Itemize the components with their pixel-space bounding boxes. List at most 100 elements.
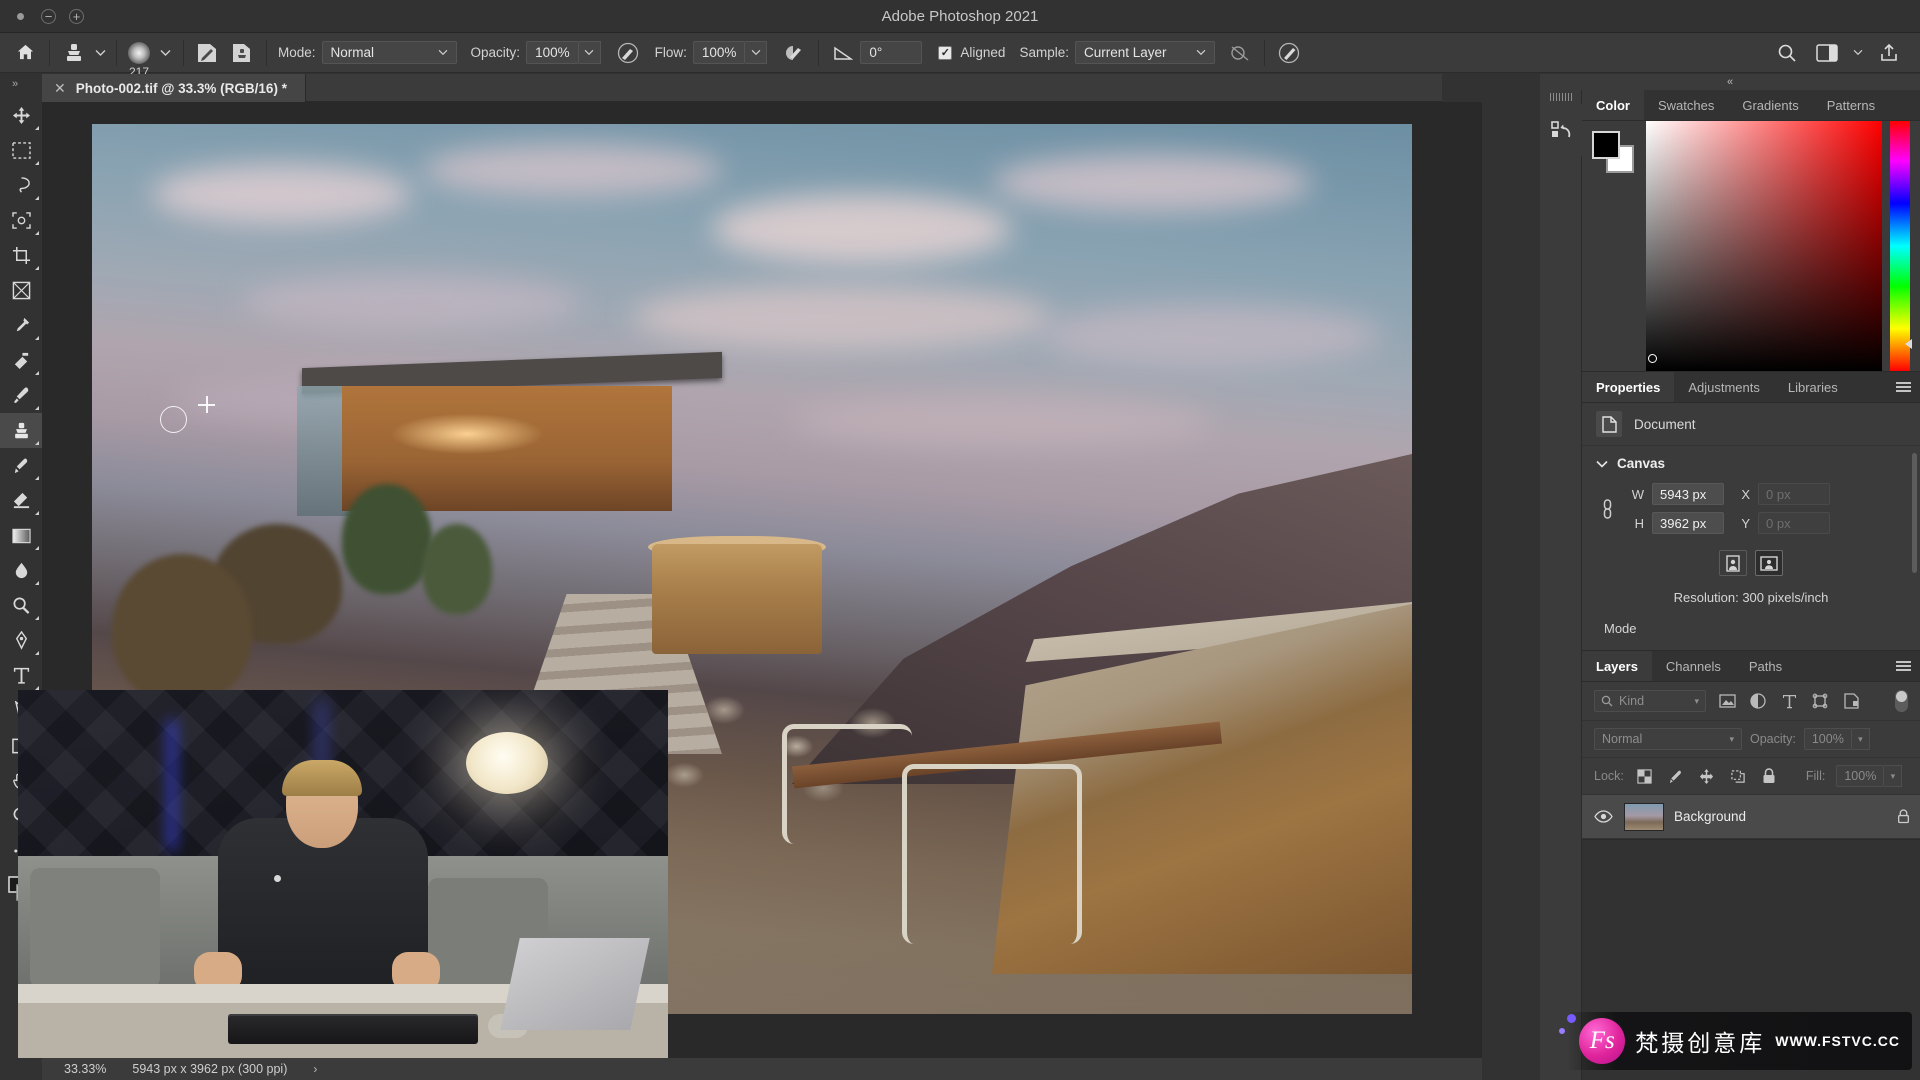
tool-dodge[interactable] [0,588,42,623]
minimize-button[interactable]: − [41,8,56,24]
foreground-color-swatch[interactable] [1592,131,1620,159]
tab-patterns[interactable]: Patterns [1813,90,1889,120]
layer-name[interactable]: Background [1674,809,1746,824]
tool-object-selection[interactable] [0,203,42,238]
portrait-orientation-icon[interactable] [1719,550,1747,576]
color-picker-field[interactable] [1646,121,1882,371]
tool-clone-stamp[interactable] [0,413,42,448]
tool-spot-healing-brush[interactable] [0,343,42,378]
maximize-button[interactable]: + [69,8,84,24]
flow-value[interactable]: 100% [692,41,746,64]
tool-eyedropper[interactable] [0,308,42,343]
table-row[interactable]: Background [1582,795,1920,839]
tool-pen[interactable] [0,623,42,658]
chevron-down-icon[interactable]: ▾ [1884,765,1903,787]
properties-scrollbar[interactable] [1912,453,1917,573]
color-field-marker[interactable] [1648,354,1657,363]
hue-slider[interactable] [1890,121,1912,371]
tool-brush[interactable] [0,378,42,413]
rail-drag-handle[interactable] [1540,90,1582,104]
chevron-down-icon[interactable] [1850,37,1866,69]
lock-position-icon[interactable] [1697,768,1717,784]
hue-slider-marker[interactable] [1905,339,1912,349]
tool-lasso[interactable] [0,168,42,203]
tab-color[interactable]: Color [1582,90,1644,120]
tab-swatches[interactable]: Swatches [1644,90,1728,120]
chevron-down-icon[interactable] [154,37,176,69]
clone-source-panel-icon[interactable] [225,37,259,69]
tab-paths[interactable]: Paths [1735,651,1796,681]
search-icon[interactable] [1770,37,1804,69]
tool-blur[interactable] [0,553,42,588]
layer-fill-value[interactable]: 100% [1836,765,1885,787]
tab-layers[interactable]: Layers [1582,651,1652,681]
aligned-checkbox[interactable]: ✓ Aligned [938,45,1005,60]
flow-control[interactable]: 100% [692,41,768,64]
tab-channels[interactable]: Channels [1652,651,1735,681]
tool-gradient[interactable] [0,518,42,553]
adjustment-layer-filter-icon[interactable] [1748,693,1768,709]
tablet-pressure-size-icon[interactable] [1272,37,1306,69]
lock-image-pixels-icon[interactable] [1666,769,1686,784]
x-input[interactable]: 0 px [1758,483,1830,505]
chevron-down-icon[interactable] [91,37,109,69]
brush-panel-icon[interactable] [191,37,225,69]
tab-libraries[interactable]: Libraries [1774,372,1852,402]
lock-icon[interactable] [1897,809,1910,824]
panel-menu-icon[interactable] [1886,651,1920,681]
y-input[interactable]: 0 px [1758,512,1830,534]
dock-collapse-button[interactable]: « [1540,74,1920,90]
tool-type[interactable] [0,658,42,693]
opacity-value[interactable]: 100% [526,41,579,64]
lock-artboard-nesting-icon[interactable] [1728,769,1748,784]
layer-blend-mode-select[interactable]: Normal ▾ [1594,728,1742,750]
panel-menu-icon[interactable] [1886,372,1920,402]
chevron-down-icon[interactable]: ▾ [1851,728,1870,750]
webcam-overlay-video[interactable] [18,690,668,1058]
tool-move[interactable] [0,98,42,133]
tool-eraser[interactable] [0,483,42,518]
height-input[interactable]: 3962 px [1652,512,1724,534]
tab-properties[interactable]: Properties [1582,372,1675,402]
soft-round-brush-icon[interactable]: 217 [124,38,154,79]
brush-preset-picker[interactable]: 217 [124,37,176,79]
close-button[interactable] [17,12,24,20]
checkbox-checked-icon[interactable]: ✓ [938,45,953,60]
shape-layer-filter-icon[interactable] [1810,693,1830,709]
smoothing-icon[interactable] [777,37,811,69]
share-icon[interactable] [1872,37,1906,69]
active-tool-preset[interactable] [57,37,109,69]
zoom-level[interactable]: 33.33% [64,1062,106,1076]
layer-thumbnail[interactable] [1624,802,1664,831]
close-x-icon[interactable]: ✕ [54,81,66,95]
chevron-down-icon[interactable] [578,41,601,64]
type-layer-filter-icon[interactable] [1779,694,1799,709]
airbrush-pressure-icon[interactable] [611,37,645,69]
tab-gradients[interactable]: Gradients [1728,90,1812,120]
lock-all-icon[interactable] [1759,768,1779,784]
chevron-right-icon[interactable]: › [313,1062,317,1076]
filter-toggle-switch[interactable] [1895,690,1908,712]
clone-stamp-icon[interactable] [57,37,91,69]
width-input[interactable]: 5943 px [1652,483,1724,505]
canvas-section-header[interactable]: Canvas [1596,456,1906,471]
history-panel-button[interactable] [1540,104,1582,156]
document-tab[interactable]: ✕ Photo-002.tif @ 33.3% (RGB/16) * [42,74,306,102]
blend-mode-select[interactable]: Normal [321,41,457,64]
tool-crop[interactable] [0,238,42,273]
sample-select[interactable]: Current Layer [1074,41,1215,64]
layer-opacity-value[interactable]: 100% [1803,728,1852,750]
pixel-layer-filter-icon[interactable] [1717,694,1737,708]
ignore-adjustment-layers-icon[interactable] [1223,37,1257,69]
brush-angle-icon[interactable] [826,37,860,69]
lock-transparent-pixels-icon[interactable] [1635,768,1655,784]
home-icon[interactable] [8,37,42,69]
layer-kind-filter[interactable]: Kind ▾ [1594,690,1706,712]
link-chain-icon[interactable] [1596,497,1618,521]
brush-angle-value[interactable]: 0° [860,41,923,64]
chevron-down-icon[interactable] [745,41,768,64]
tab-adjustments[interactable]: Adjustments [1674,372,1774,402]
tool-rectangular-marquee[interactable] [0,133,42,168]
toolbar-collapse-button[interactable]: » [0,74,30,94]
eye-icon[interactable] [1592,810,1614,823]
